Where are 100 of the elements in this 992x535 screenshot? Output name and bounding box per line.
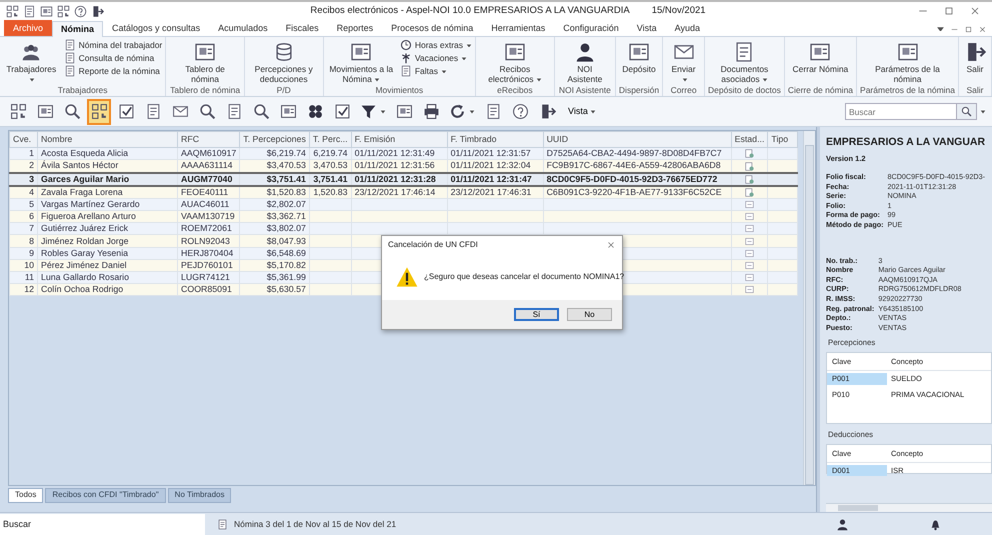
maximize-icon[interactable] [942,5,955,17]
table-row[interactable]: 4 Zavala Fraga Lorena FEOE40111 $1,520.83 1,520.83 23/12/2021 17:46:14 23/12/2021 17:46:31 C6B091C3-9220-4F1B-AE77-9133F6C52CE [10,186,798,198]
search-icon [64,103,80,120]
toolbar-button[interactable] [87,98,111,124]
ribbon-button[interactable]: Trabajadores [3,39,60,84]
column-header[interactable]: Estad... [731,132,768,148]
search-field[interactable]: Buscar [0,514,205,534]
company-name: EMPRESARIOS A LA VANGUAR [826,135,986,150]
dots-icon [306,103,324,120]
ribbon-button[interactable]: Consulta de nómina [64,52,162,64]
scrollbar[interactable] [803,131,815,485]
ribbon-group-label: Cierre de nómina [788,85,854,96]
close-icon[interactable] [606,240,616,250]
menu-tab[interactable]: Nómina [52,21,104,37]
menu-tab[interactable]: Vista [628,20,666,36]
maximize-icon[interactable] [964,24,973,34]
column-header[interactable]: Tipo [768,132,798,148]
money-document-icon[interactable] [40,4,53,18]
table-cell: Gutiérrez Juárez Erick [41,223,128,234]
menu-tab[interactable]: Catálogos y consultas [103,20,210,36]
menu-tab[interactable]: Acumulados [209,20,277,36]
file-menu-button[interactable]: Archivo [4,20,52,36]
column-header[interactable]: UUID [543,132,732,148]
table-cell: $6,548.69 [266,248,306,258]
table-cell: AUAC46011 [181,198,230,209]
ribbon-button[interactable]: Nómina del trabajador [64,39,162,51]
window-date: 15/Nov/2021 [652,4,706,18]
ribbon-button[interactable]: Cerrar Nómina [790,39,850,74]
search-button[interactable] [957,103,977,120]
close-icon[interactable] [968,5,981,17]
ribbon-button[interactable]: Tablero de nómina [169,39,241,84]
ribbon-button[interactable]: Salir [962,39,988,74]
filter-icon [360,103,377,120]
ribbon-button[interactable]: Recibos electrónicos [479,39,551,84]
table-cell: COOR85091 [181,284,232,294]
menu-tab[interactable]: Configuración [554,20,628,36]
table-row[interactable]: 7 Gutiérrez Juárez Erick ROEM72061 $3,802.07 [10,222,798,235]
column-header[interactable]: T. Percepciones [240,132,310,148]
table-cell: $8,047.93 [266,236,306,246]
menu-tab[interactable]: Reportes [328,20,382,36]
caret-icon [380,109,386,114]
table-cell: FEOE40111 [181,186,228,197]
ribbon-button[interactable]: Horas extras [400,39,472,51]
help-icon[interactable] [74,4,87,18]
dialog-button[interactable]: Sí [514,308,559,321]
tab[interactable]: Todos [8,488,44,503]
caret-icon[interactable] [936,24,945,32]
ribbon-button[interactable]: Movimientos a la Nómina [326,39,396,84]
menu-tab[interactable]: Procesos de nómina [382,20,482,36]
column-header[interactable]: F. Timbrado [447,132,544,148]
search-icon [252,103,270,120]
document-icon [217,518,228,530]
tab[interactable]: Recibos con CFDI "Timbrado" [45,488,166,503]
table-cell: $5,361.99 [266,272,306,282]
dialog-button[interactable]: No [567,308,612,321]
scrollbar[interactable] [826,503,992,512]
tab[interactable]: No Timbrados [168,488,232,503]
column-header[interactable]: F. Emisión [351,132,448,148]
ribbon-button[interactable]: NOI Asistente [558,39,612,84]
money-document-icon [809,41,832,63]
table-row[interactable]: 6 Figueroa Arellano Arturo VAAM130719 $3,362.71 [10,210,798,223]
table-cell: Robles Garay Yesenia [41,248,128,258]
column-header[interactable]: Nombre [38,132,178,148]
ribbon-button[interactable]: Depósito [620,39,658,74]
money-document-icon [194,41,216,63]
ribbon-button[interactable]: Enviar [666,39,702,84]
exit-icon[interactable] [91,4,104,18]
table-cell: $3,802.07 [266,223,306,234]
ribbon-group-label: Trabajadores [56,85,109,96]
table-cell: Luna Gallardo Rosario [41,272,130,282]
table-cell: 11 [24,272,34,282]
menu-tab[interactable]: Ayuda [666,20,710,36]
column-header[interactable]: T. Perc... [309,132,352,148]
document-icon[interactable] [23,4,36,18]
search-field[interactable]: Buscar [845,103,957,120]
table-cell: 9 [29,248,34,258]
ribbon-button[interactable]: Faltas [400,65,472,77]
ribbon-button[interactable]: Parámetros de la nómina [870,39,945,84]
table-cell: 5 [29,198,34,209]
menu-tab[interactable]: Fiscales [276,20,328,36]
table-cell: $1,520.83 [266,186,306,197]
ribbon-group-label: Depósito de doctos [708,85,781,96]
money-document-icon [350,41,372,63]
table-row[interactable]: 3 Garces Aguilar Mario AUGM77040 $3,751.41 3,751.41 01/11/2021 12:31:28 01/11/2021 12:31:47 8CD0C9F5-D0FD-4015-92D3-76675ED772 [10,172,798,186]
ribbon-button[interactable]: Documentos asociados [708,39,781,84]
close-icon[interactable] [978,24,987,34]
ribbon-button[interactable]: Percepciones y deducciones [248,39,320,84]
ribbon-button[interactable]: Vacaciones [400,52,472,64]
table-row[interactable]: 5 Vargas Martínez Gerardo AUAC46011 $2,802.07 [10,198,798,211]
menu-tab[interactable]: Herramientas [482,20,554,36]
view-menu-button[interactable]: Vista [562,104,602,120]
column-header[interactable]: Cve. [10,132,38,148]
qr-code-icon[interactable] [6,4,19,18]
qr-code-icon[interactable] [57,4,70,18]
table-row[interactable]: 1 Acosta Esqueda Alicia AAQM610917 $6,219.74 6,219.74 01/11/2021 12:31:49 01/11/2021 12:31:57 D7525A64-CBA2-4494-9897-8D08D4FB7C7 [10,148,798,160]
bell-icon [929,518,942,530]
column-header[interactable]: RFC [178,132,240,148]
table-cell: AUGM77040 [181,174,232,184]
warning-icon [396,266,418,288]
ribbon-button[interactable]: Reporte de la nómina [64,65,162,77]
